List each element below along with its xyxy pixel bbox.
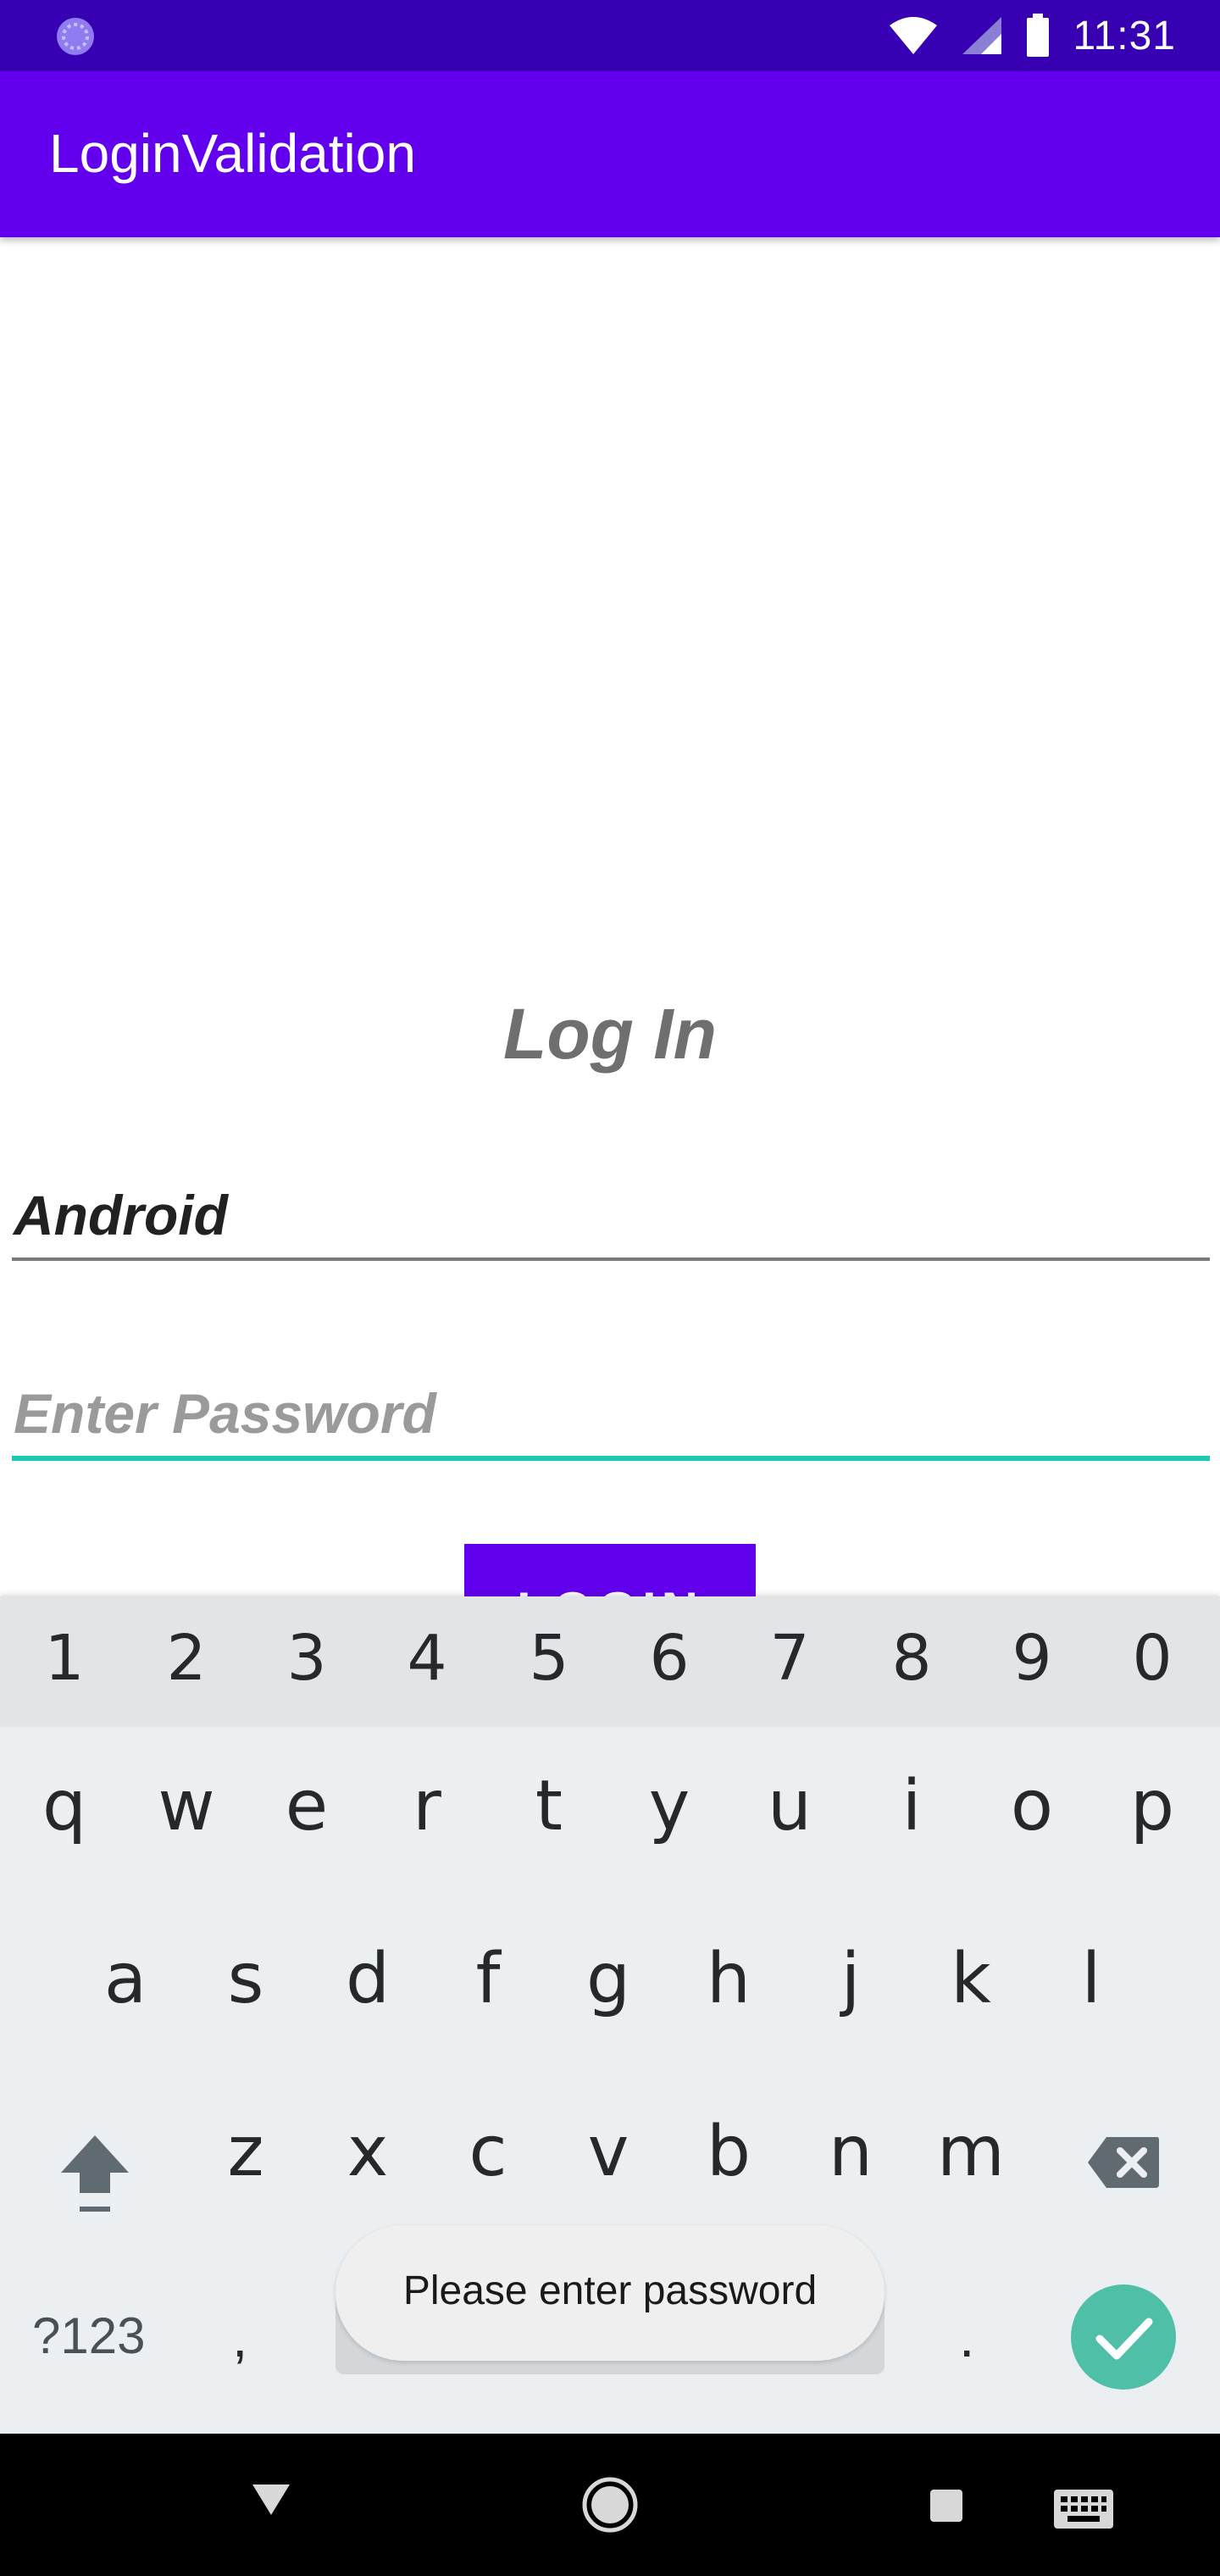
key-j[interactable]: j	[790, 1939, 912, 2019]
key-9[interactable]: 9	[971, 1622, 1093, 1695]
key-4[interactable]: 4	[366, 1622, 488, 1695]
key-y[interactable]: y	[608, 1766, 730, 1846]
backspace-icon[interactable]	[1086, 2135, 1161, 2190]
recents-square-icon[interactable]	[929, 2488, 964, 2523]
navigation-bar	[0, 2434, 1220, 2576]
key-l[interactable]: l	[1030, 1939, 1152, 2019]
notification-spinner-icon	[57, 18, 94, 55]
key-u[interactable]: u	[729, 1766, 851, 1846]
key-v[interactable]: v	[547, 2112, 669, 2192]
key-h[interactable]: h	[668, 1939, 790, 2019]
key-x[interactable]: x	[307, 2112, 429, 2192]
key-n[interactable]: n	[790, 2112, 912, 2192]
back-triangle-icon[interactable]	[249, 2481, 293, 2518]
key-d[interactable]: d	[307, 1939, 429, 2019]
comma-key[interactable]: ,	[232, 2305, 247, 2369]
battery-icon	[1027, 14, 1050, 57]
key-m[interactable]: m	[910, 2112, 1032, 2192]
key-w[interactable]: w	[125, 1766, 247, 1846]
key-c[interactable]: c	[427, 2112, 549, 2192]
username-value: Android	[14, 1184, 228, 1246]
key-a[interactable]: a	[64, 1939, 186, 2019]
key-p[interactable]: p	[1091, 1766, 1213, 1846]
key-3[interactable]: 3	[246, 1622, 368, 1695]
key-1[interactable]: 1	[3, 1622, 125, 1695]
key-f[interactable]: f	[427, 1939, 549, 2019]
shift-icon[interactable]	[58, 2132, 132, 2217]
key-s[interactable]: s	[185, 1939, 307, 2019]
password-placeholder: Enter Password	[14, 1382, 436, 1445]
app-title: LoginValidation	[49, 123, 416, 184]
home-circle-icon[interactable]	[581, 2476, 639, 2534]
wifi-icon	[890, 17, 938, 54]
cellular-signal-icon	[962, 17, 1002, 54]
key-g[interactable]: g	[547, 1939, 669, 2019]
toast-message: Please enter password	[336, 2225, 884, 2361]
key-5[interactable]: 5	[488, 1622, 610, 1695]
period-key[interactable]: .	[959, 2305, 974, 2369]
key-6[interactable]: 6	[608, 1622, 730, 1695]
key-0[interactable]: 0	[1091, 1622, 1213, 1695]
key-r[interactable]: r	[366, 1766, 488, 1846]
key-e[interactable]: e	[246, 1766, 368, 1846]
symbols-key[interactable]: ?123	[32, 2307, 145, 2365]
key-b[interactable]: b	[668, 2112, 790, 2192]
checkmark-icon	[1095, 2318, 1153, 2360]
key-i[interactable]: i	[851, 1766, 973, 1846]
key-z[interactable]: z	[185, 2112, 307, 2192]
key-k[interactable]: k	[910, 1939, 1032, 2019]
keyboard-number-row: 1 2 3 4 5 6 7 8 9 0	[0, 1596, 1220, 1727]
status-bar: 11:31	[0, 0, 1220, 71]
login-heading: Log In	[503, 994, 717, 1074]
username-field[interactable]: Android	[12, 1159, 1210, 1261]
key-q[interactable]: q	[3, 1766, 125, 1846]
status-time: 11:31	[1073, 13, 1176, 58]
key-o[interactable]: o	[971, 1766, 1093, 1846]
keyboard-switch-icon[interactable]	[1052, 2488, 1115, 2530]
toast-text: Please enter password	[402, 2268, 818, 2313]
enter-key[interactable]	[1071, 2285, 1176, 2390]
key-7[interactable]: 7	[729, 1622, 851, 1695]
key-8[interactable]: 8	[851, 1622, 973, 1695]
app-bar: LoginValidation	[0, 71, 1220, 237]
key-t[interactable]: t	[488, 1766, 610, 1846]
password-field[interactable]: Enter Password	[12, 1359, 1210, 1461]
key-2[interactable]: 2	[125, 1622, 247, 1695]
